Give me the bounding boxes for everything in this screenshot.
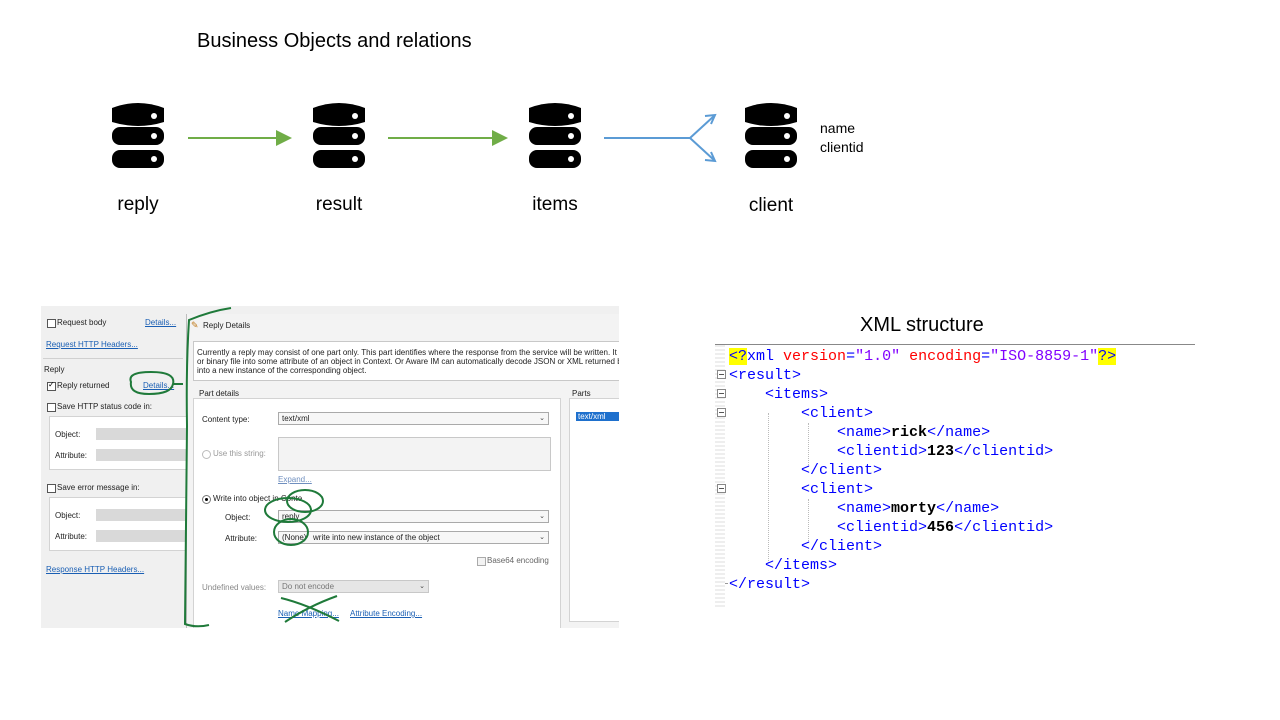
margin-strip bbox=[715, 345, 725, 607]
xml-text: morty bbox=[891, 500, 937, 517]
xml-line: </client> bbox=[729, 461, 882, 480]
crowfoot-arrow-items-client bbox=[604, 113, 717, 163]
xml-line: </result> bbox=[729, 575, 810, 594]
xml-title: XML structure bbox=[860, 314, 984, 336]
xml-tag: </client> bbox=[801, 538, 883, 555]
xml-decl-open: <? bbox=[729, 348, 748, 365]
xml-tag: <clientid> bbox=[837, 519, 928, 536]
green-annotations bbox=[129, 307, 340, 628]
xml-attr: encoding bbox=[909, 348, 982, 365]
client-attribute-list: name clientid bbox=[820, 119, 864, 157]
annotation-cross-mark bbox=[280, 595, 340, 623]
xml-line: <result> bbox=[729, 366, 801, 385]
xml-tag: </name> bbox=[936, 500, 1000, 517]
xml-tag: </name> bbox=[927, 424, 991, 441]
xml-attr-value: "ISO-8859-1" bbox=[990, 348, 1099, 365]
fold-toggle-icon[interactable] bbox=[717, 484, 726, 493]
node-label-reply: reply bbox=[117, 194, 159, 215]
fold-toggle-icon[interactable] bbox=[717, 408, 726, 417]
xml-line: <client> bbox=[729, 404, 873, 423]
xml-attr-value: "1.0" bbox=[855, 348, 901, 365]
client-attribute: clientid bbox=[820, 139, 864, 155]
fold-toggle-icon[interactable] bbox=[717, 370, 726, 379]
fold-toggle-icon[interactable] bbox=[717, 389, 726, 398]
node-label-result: result bbox=[315, 194, 363, 215]
xml-line: </client> bbox=[729, 537, 882, 556]
xml-declaration: <?xml version="1.0" encoding="ISO-8859-1… bbox=[729, 348, 1117, 365]
database-icon-client bbox=[745, 103, 797, 168]
xml-tag: <name> bbox=[837, 424, 892, 441]
xml-line: </items> bbox=[729, 556, 837, 575]
xml-decl-name: xml bbox=[747, 348, 775, 365]
xml-line: <items> bbox=[729, 385, 828, 404]
xml-text: rick bbox=[891, 424, 928, 441]
node-label-items: items bbox=[532, 194, 578, 215]
annotation-bracket bbox=[183, 307, 232, 628]
xml-tag: </result> bbox=[729, 576, 811, 593]
xml-tag: <client> bbox=[801, 405, 874, 422]
database-icon-items bbox=[529, 103, 581, 168]
xml-tag: <name> bbox=[837, 500, 892, 517]
database-icon-reply bbox=[112, 103, 164, 168]
xml-line: <name>rick</name> bbox=[729, 423, 990, 442]
node-label-client: client bbox=[748, 195, 794, 216]
xml-tag: <clientid> bbox=[837, 443, 928, 460]
xml-tag: <result> bbox=[729, 367, 802, 384]
xml-attr: version bbox=[783, 348, 847, 365]
xml-text: 456 bbox=[927, 519, 955, 536]
xml-line: <name>morty</name> bbox=[729, 499, 999, 518]
xml-code-panel: <?xml version="1.0" encoding="ISO-8859-1… bbox=[715, 344, 1195, 607]
relations-diagram bbox=[112, 103, 797, 168]
xml-line: <clientid>123</clientid> bbox=[729, 442, 1053, 461]
xml-line: <client> bbox=[729, 480, 873, 499]
xml-text: 123 bbox=[927, 443, 955, 460]
xml-tag: </clientid> bbox=[954, 519, 1054, 536]
client-attribute: name bbox=[820, 120, 856, 136]
xml-tag: <client> bbox=[801, 481, 874, 498]
xml-line: <clientid>456</clientid> bbox=[729, 518, 1053, 537]
xml-tag: </clientid> bbox=[954, 443, 1054, 460]
xml-tag: </items> bbox=[765, 557, 838, 574]
xml-tag: <items> bbox=[765, 386, 829, 403]
xml-decl-close: ?> bbox=[1098, 348, 1117, 365]
annotation-circle-details bbox=[129, 370, 175, 396]
reply-details-screenshot: Request body Details... Request HTTP Hea… bbox=[41, 306, 619, 628]
xml-tag: </client> bbox=[801, 462, 883, 479]
database-icon-result bbox=[313, 103, 365, 168]
